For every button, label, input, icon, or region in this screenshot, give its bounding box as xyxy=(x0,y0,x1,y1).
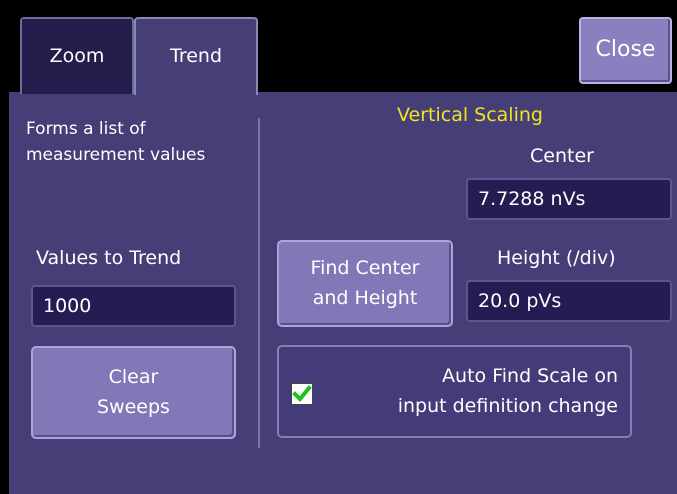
height-input[interactable]: 20.0 pVs xyxy=(466,280,672,322)
find-center-height-button[interactable]: Find Center and Height xyxy=(277,240,453,327)
tab-zoom[interactable]: Zoom xyxy=(20,17,134,94)
auto-find-line-2: input definition change xyxy=(397,395,618,417)
values-to-trend-label: Values to Trend xyxy=(36,247,182,269)
center-label: Center xyxy=(530,145,594,167)
clear-sweeps-line-1: Clear xyxy=(108,366,159,388)
clear-sweeps-button[interactable]: Clear Sweeps xyxy=(31,346,236,439)
values-to-trend-input[interactable]: 1000 xyxy=(31,285,236,327)
auto-find-checkbox[interactable] xyxy=(291,383,313,405)
auto-find-line-1: Auto Find Scale on xyxy=(442,365,618,387)
tab-trend[interactable]: Trend xyxy=(134,17,258,95)
description-line-2: measurement values xyxy=(26,145,206,165)
close-button[interactable]: Close xyxy=(579,17,672,84)
auto-find-label: Auto Find Scale on input definition chan… xyxy=(398,361,618,421)
vertical-divider xyxy=(258,118,260,448)
vertical-scaling-title: Vertical Scaling xyxy=(397,104,543,126)
auto-find-scale-toggle[interactable]: Auto Find Scale on input definition chan… xyxy=(277,345,632,438)
center-input[interactable]: 7.7288 nVs xyxy=(466,178,672,220)
clear-sweeps-line-2: Sweeps xyxy=(97,396,170,418)
height-label: Height (/div) xyxy=(497,247,616,269)
description-line-1: Forms a list of xyxy=(26,119,146,139)
checkmark-icon xyxy=(292,385,312,402)
find-button-line-1: Find Center xyxy=(310,257,420,279)
find-button-line-2: and Height xyxy=(312,287,418,309)
description-text: Forms a list of measurement values xyxy=(26,116,205,168)
